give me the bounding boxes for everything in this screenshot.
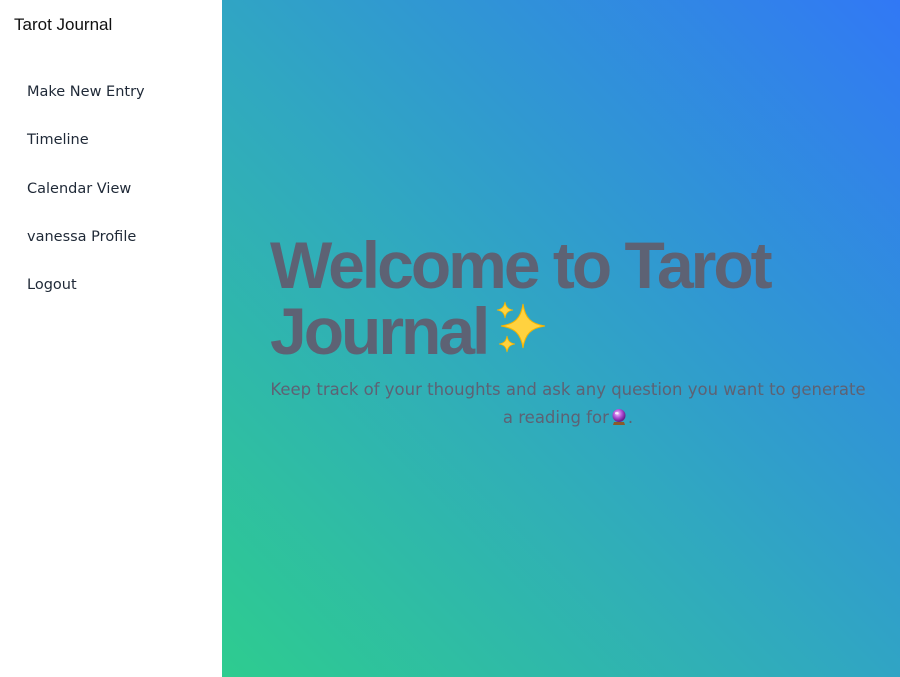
sidebar-item-timeline[interactable]: Timeline: [0, 118, 222, 166]
sidebar-item-profile[interactable]: vanessa Profile: [0, 215, 222, 263]
sidebar-item-logout[interactable]: Logout: [0, 263, 222, 311]
main-hero-area: Welcome to Tarot Journal Keep track of y…: [222, 0, 900, 677]
app-title: Tarot Journal: [14, 15, 113, 34]
sidebar-nav: Make New Entry Timeline Calendar View va…: [0, 70, 222, 311]
hero-subtitle-text: Keep track of your thoughts and ask any …: [270, 380, 866, 427]
hero-heading: Welcome to Tarot Journal: [270, 232, 830, 364]
hero-subtitle: Keep track of your thoughts and ask any …: [270, 376, 866, 432]
sparkles-icon: [493, 300, 551, 358]
sidebar-item-make-new-entry[interactable]: Make New Entry: [0, 70, 222, 118]
hero-subtitle-end: .: [627, 408, 634, 427]
app-root: Tarot Journal Make New Entry Timeline Ca…: [0, 0, 900, 677]
crystal-ball-icon: [610, 408, 628, 426]
sidebar-item-calendar-view[interactable]: Calendar View: [0, 167, 222, 215]
sidebar: Tarot Journal Make New Entry Timeline Ca…: [0, 0, 222, 677]
